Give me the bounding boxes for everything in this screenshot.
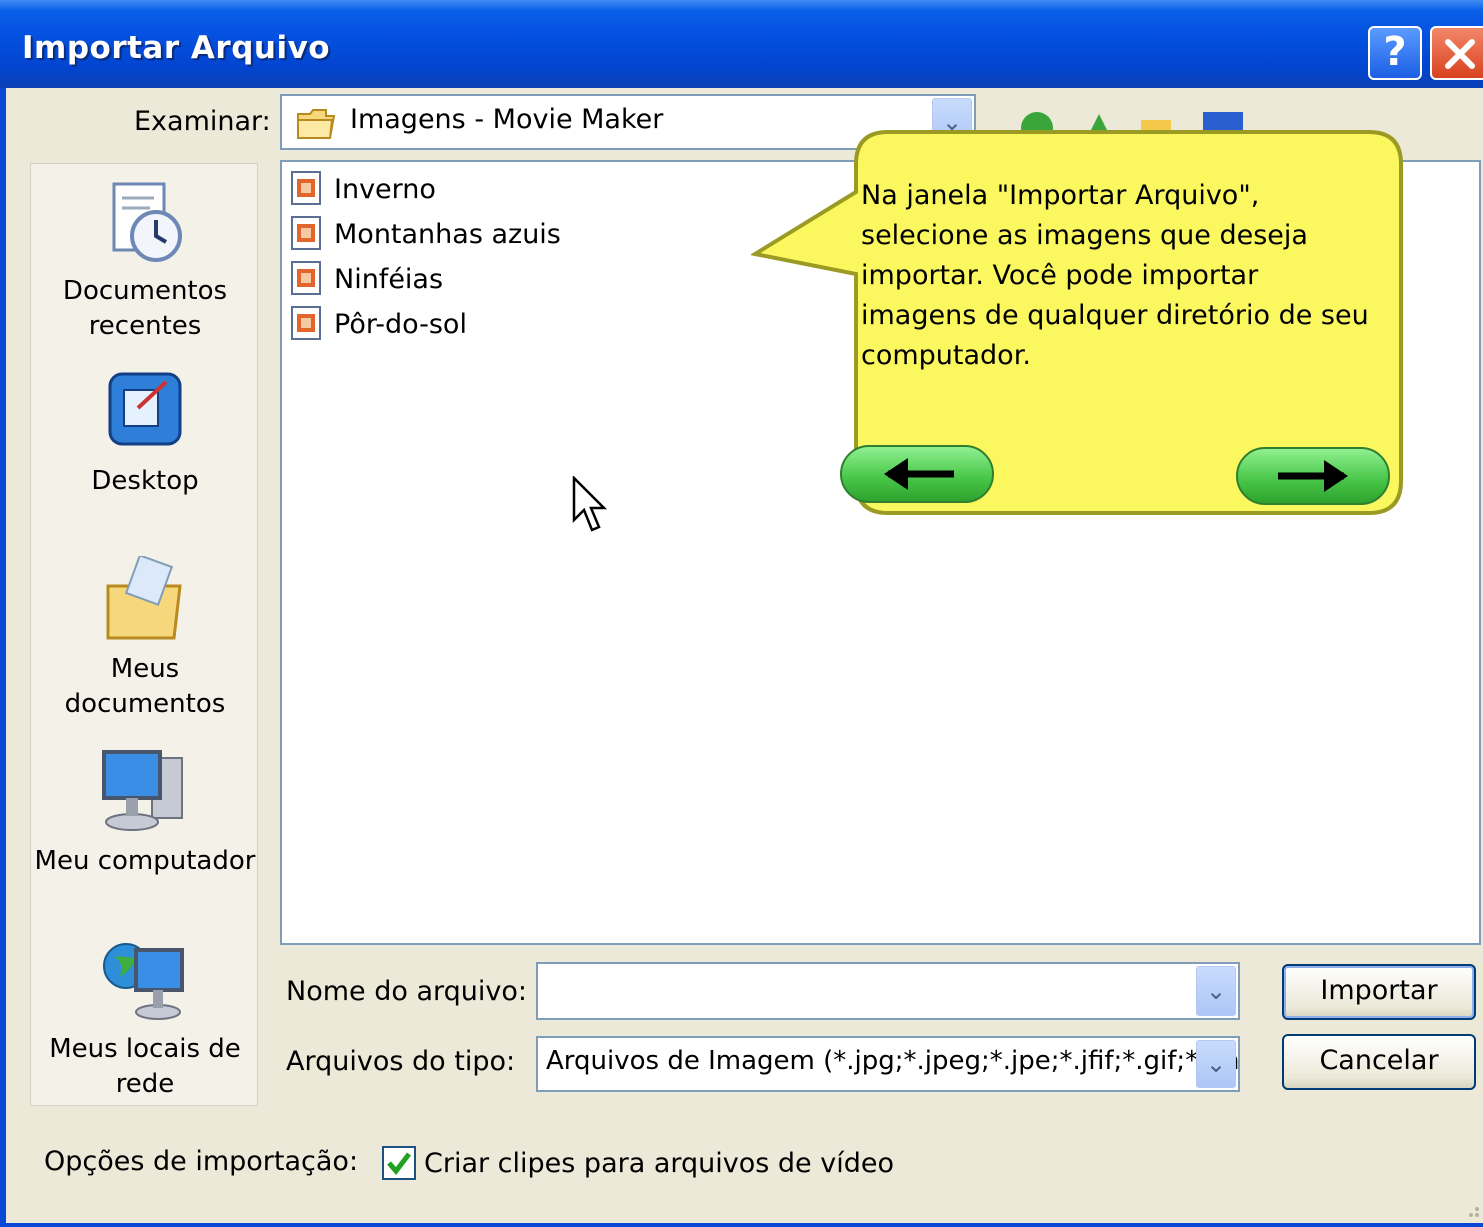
place-label: Meu computador xyxy=(34,846,256,876)
chevron-down-icon: ⌄ xyxy=(1205,977,1227,1005)
cancel-button[interactable]: Cancelar xyxy=(1282,1034,1476,1090)
look-in-value: Imagens - Movie Maker xyxy=(350,104,664,135)
dialog-title: Importar Arquivo xyxy=(22,30,331,66)
list-item[interactable]: Ninféias xyxy=(290,260,443,300)
filename-label: Nome do arquivo: xyxy=(286,976,527,1007)
tutorial-back-button[interactable] xyxy=(840,445,994,503)
file-name: Inverno xyxy=(334,174,436,205)
network-places-icon xyxy=(103,943,184,1020)
create-clips-label: Criar clipes para arquivos de vídeo xyxy=(424,1148,894,1179)
list-item[interactable]: Montanhas azuis xyxy=(290,215,561,255)
place-network[interactable]: Meus locais de rede xyxy=(31,936,259,1102)
file-name: Pôr-do-sol xyxy=(334,309,467,340)
help-button[interactable]: ? xyxy=(1368,26,1422,80)
recent-documents-icon xyxy=(112,182,182,262)
create-clips-checkbox[interactable] xyxy=(382,1146,416,1180)
file-name: Montanhas azuis xyxy=(334,219,561,250)
my-documents-icon xyxy=(106,556,182,640)
image-file-icon xyxy=(291,216,321,250)
image-file-icon xyxy=(291,306,321,340)
chevron-down-icon: ⌄ xyxy=(1205,1050,1227,1078)
filetype-select[interactable]: Arquivos de Imagem (*.jpg;*.jpeg;*.jpe;*… xyxy=(536,1036,1240,1092)
list-item[interactable]: Pôr-do-sol xyxy=(290,305,467,345)
my-computer-icon xyxy=(102,750,183,831)
place-desktop[interactable]: Desktop xyxy=(31,368,259,499)
place-label: Meus locais de rede xyxy=(49,1034,241,1099)
image-file-icon xyxy=(291,261,321,295)
tutorial-text: Na janela "Importar Arquivo", selecione … xyxy=(861,180,1369,371)
place-label: Desktop xyxy=(91,466,199,496)
filetype-value: Arquivos de Imagem (*.jpg;*.jpeg;*.jpe;*… xyxy=(546,1046,1240,1076)
filetype-label: Arquivos do tipo: xyxy=(286,1046,516,1077)
filename-input[interactable]: ⌄ xyxy=(536,962,1240,1020)
arrow-left-icon xyxy=(884,458,954,490)
place-label: Meus documentos xyxy=(64,654,226,719)
filename-dropdown-button[interactable]: ⌄ xyxy=(1196,966,1236,1016)
list-item[interactable]: Inverno xyxy=(290,170,436,210)
tutorial-next-button[interactable] xyxy=(1236,447,1390,505)
folder-icon xyxy=(297,109,336,139)
import-button[interactable]: Importar xyxy=(1282,964,1476,1020)
filetype-dropdown-button[interactable]: ⌄ xyxy=(1196,1040,1236,1088)
resize-grip-icon[interactable] xyxy=(1461,1199,1481,1219)
place-my-computer[interactable]: Meu computador xyxy=(31,748,259,879)
import-options-label: Opções de importação: xyxy=(44,1146,359,1177)
image-file-icon xyxy=(291,171,321,205)
places-bar: Documentos recentes Desktop Meus documen… xyxy=(30,163,258,1106)
place-my-documents[interactable]: Meus documentos xyxy=(31,556,259,722)
close-icon xyxy=(1445,39,1475,69)
import-file-dialog: Importar Arquivo ? Examinar: Imagens - M… xyxy=(0,0,1483,1227)
mouse-cursor-icon xyxy=(572,476,608,532)
place-label: Documentos recentes xyxy=(62,276,228,341)
look-in-label: Examinar: xyxy=(134,106,271,137)
title-bar[interactable]: Importar Arquivo ? xyxy=(0,0,1483,88)
place-recent-documents[interactable]: Documentos recentes xyxy=(31,178,259,344)
checkmark-icon xyxy=(387,1152,411,1175)
file-name: Ninféias xyxy=(334,264,444,295)
desktop-icon xyxy=(108,372,182,446)
arrow-right-icon xyxy=(1278,460,1348,492)
close-button[interactable] xyxy=(1430,26,1483,80)
